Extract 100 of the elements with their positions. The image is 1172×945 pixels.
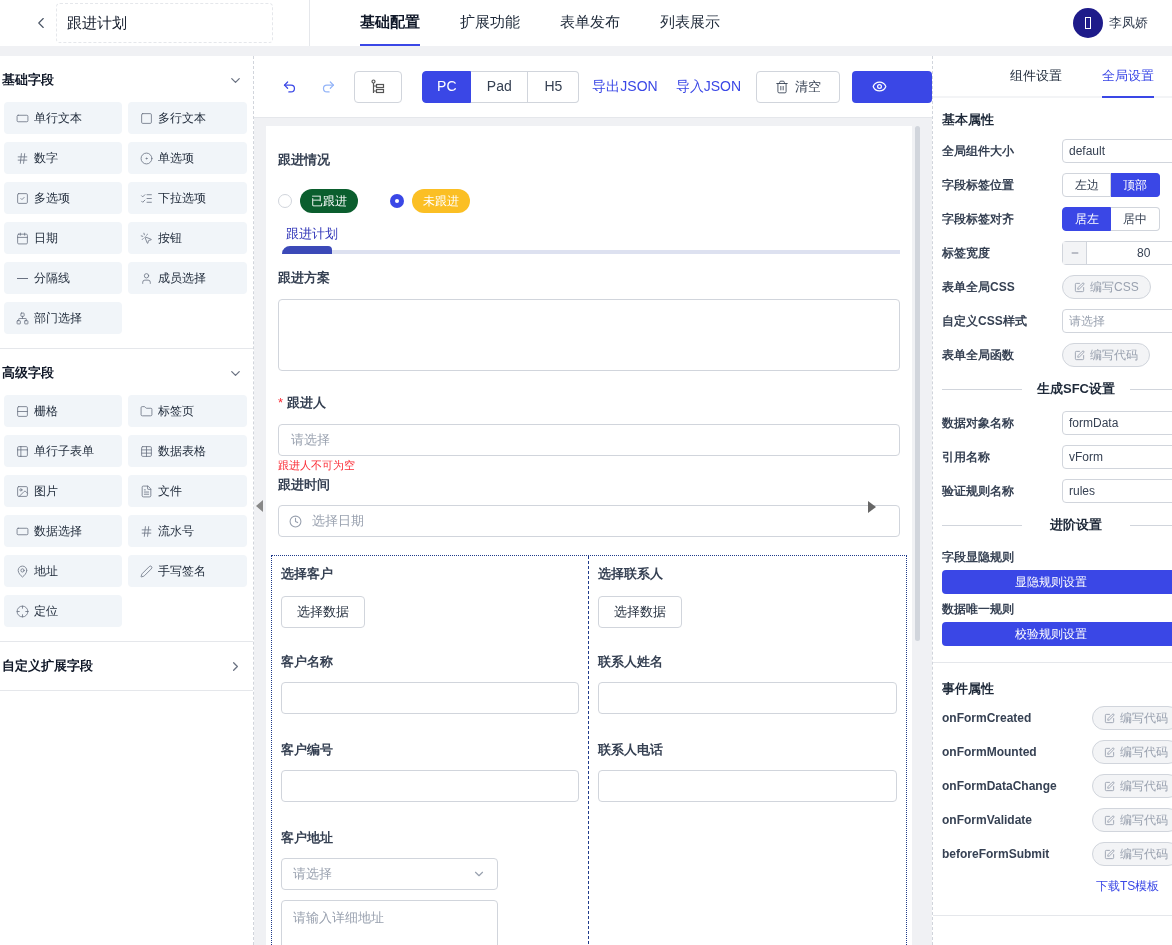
edit-icon <box>1104 712 1115 724</box>
event-name: beforeFormSubmit <box>942 846 1051 863</box>
device-tab[interactable]: Pad <box>471 70 529 103</box>
section-title: 基础字段 <box>2 71 54 90</box>
event-name: onFormCreated <box>942 710 1033 727</box>
textarea-field[interactable] <box>278 299 900 371</box>
field-item[interactable]: 单选项 <box>128 142 247 174</box>
collapse-left-icon[interactable] <box>256 500 263 512</box>
text-input[interactable] <box>598 769 897 802</box>
field-item[interactable]: 单行子表单 <box>4 435 122 467</box>
setting-label: 数据对象名称 <box>942 415 1015 432</box>
template-link[interactable]: 下载TS模板 <box>1096 879 1160 893</box>
text-input[interactable]: formData <box>1062 411 1172 435</box>
title-field[interactable]: 跟进计划 <box>56 3 273 43</box>
text-input[interactable]: vForm <box>1062 445 1172 469</box>
device-tab[interactable]: PC <box>422 70 472 103</box>
select-data-button[interactable]: 选择数据 <box>281 595 365 628</box>
text-input[interactable]: rules <box>1062 479 1172 503</box>
form-tab[interactable]: 跟进计划 <box>286 223 900 246</box>
settings-tab[interactable]: 组件设置 <box>1010 56 1062 98</box>
field-item[interactable]: 栅格 <box>4 395 122 427</box>
segment-option[interactable]: 居中 <box>1111 207 1160 231</box>
collapse-right-icon[interactable] <box>868 501 876 513</box>
rows-icon <box>16 404 29 418</box>
org-chart-icon <box>16 311 29 325</box>
setting-label: 字段标签对齐 <box>942 211 1015 228</box>
segment-option[interactable]: 居左 <box>1062 207 1111 231</box>
section-title: 事件属性 <box>942 680 995 698</box>
field-label: 跟进时间 <box>278 475 331 494</box>
field-item[interactable]: 日期 <box>4 222 122 254</box>
segment-option[interactable]: 左边 <box>1062 173 1111 197</box>
field-item[interactable]: 文件 <box>128 475 247 507</box>
clear-button[interactable]: 清空 <box>756 70 840 103</box>
image-icon <box>16 484 29 498</box>
divider-title: 进阶设置 <box>1049 516 1103 535</box>
json-link[interactable]: 导入JSON <box>675 76 741 97</box>
setting-label: 标签宽度 <box>942 245 991 262</box>
nav-tab[interactable]: 基础配置 <box>360 0 420 46</box>
hash-icon <box>16 151 29 165</box>
field-item[interactable]: 定位 <box>4 595 122 627</box>
map-pin-icon <box>16 564 29 578</box>
error-message: 跟进人不可为空 <box>278 457 356 473</box>
field-item[interactable]: 成员选择 <box>128 262 247 294</box>
setting-label: 字段标签位置 <box>942 177 1015 194</box>
device-tab[interactable]: H5 <box>528 70 580 103</box>
pen-icon <box>140 564 153 578</box>
rule-button[interactable]: 显隐规则设置 <box>942 570 1172 594</box>
field-label: 跟进情况 <box>278 151 331 169</box>
field-item[interactable]: 地址 <box>4 555 122 587</box>
field-item[interactable]: 部门选择 <box>4 302 122 334</box>
nav-tab[interactable]: 扩展功能 <box>460 0 520 46</box>
field-item[interactable]: 数字 <box>4 142 122 174</box>
field-item[interactable]: 多行文本 <box>128 102 247 134</box>
rule-button[interactable]: 校验规则设置 <box>942 622 1172 646</box>
nav-tab[interactable]: 表单发布 <box>560 0 620 46</box>
table-icon <box>16 444 29 458</box>
field-item[interactable]: 标签页 <box>128 395 247 427</box>
segment-option[interactable]: 顶部 <box>1111 173 1160 197</box>
setting-label: 表单全局函数 <box>942 347 1015 364</box>
field-label: 选择客户 <box>281 565 334 583</box>
tree-icon <box>371 78 386 95</box>
field-item[interactable]: 图片 <box>4 475 122 507</box>
text-input[interactable] <box>281 769 579 802</box>
edit-icon <box>1104 814 1115 826</box>
list-icon <box>140 191 153 205</box>
stepper-value: 80 <box>1136 245 1152 262</box>
line-icon <box>17 277 28 279</box>
calendar-icon <box>16 231 29 245</box>
square-icon <box>140 111 153 125</box>
field-item[interactable]: 按钮 <box>128 222 247 254</box>
field-item[interactable]: 分隔线 <box>4 262 122 294</box>
field-item[interactable]: 下拉选项 <box>128 182 247 214</box>
number-stepper[interactable]: 80 <box>1062 241 1172 265</box>
file-icon <box>140 484 153 498</box>
field-item[interactable]: 手写签名 <box>128 555 247 587</box>
field-item[interactable]: 数据表格 <box>128 435 247 467</box>
json-link[interactable]: 导出JSON <box>592 76 658 97</box>
field-label: 联系人电话 <box>598 741 664 759</box>
text-input[interactable] <box>281 681 579 714</box>
field-item[interactable]: 流水号 <box>128 515 247 547</box>
tree-button[interactable] <box>353 70 403 103</box>
user-icon <box>140 271 153 285</box>
radio[interactable] <box>390 193 404 208</box>
radio[interactable] <box>278 193 292 208</box>
required-mark: * <box>278 394 284 412</box>
edit-icon <box>1074 349 1085 361</box>
setting-label: 验证规则名称 <box>942 483 1015 500</box>
field-item[interactable]: 单行文本 <box>4 102 122 134</box>
nav-tab[interactable]: 列表展示 <box>660 0 720 46</box>
setting-label: 表单全局CSS <box>942 279 1016 296</box>
avatar[interactable] <box>1073 8 1103 38</box>
text-input[interactable] <box>598 681 897 714</box>
settings-tab[interactable]: 全局设置 <box>1102 56 1154 98</box>
select-data-button[interactable]: 选择数据 <box>598 595 682 628</box>
preview-button[interactable] <box>852 70 932 103</box>
select-field[interactable]: default <box>1062 139 1172 163</box>
field-item[interactable]: 多选项 <box>4 182 122 214</box>
field-item[interactable]: 数据选择 <box>4 515 122 547</box>
radio-icon <box>140 151 153 165</box>
eye-icon <box>872 79 887 94</box>
